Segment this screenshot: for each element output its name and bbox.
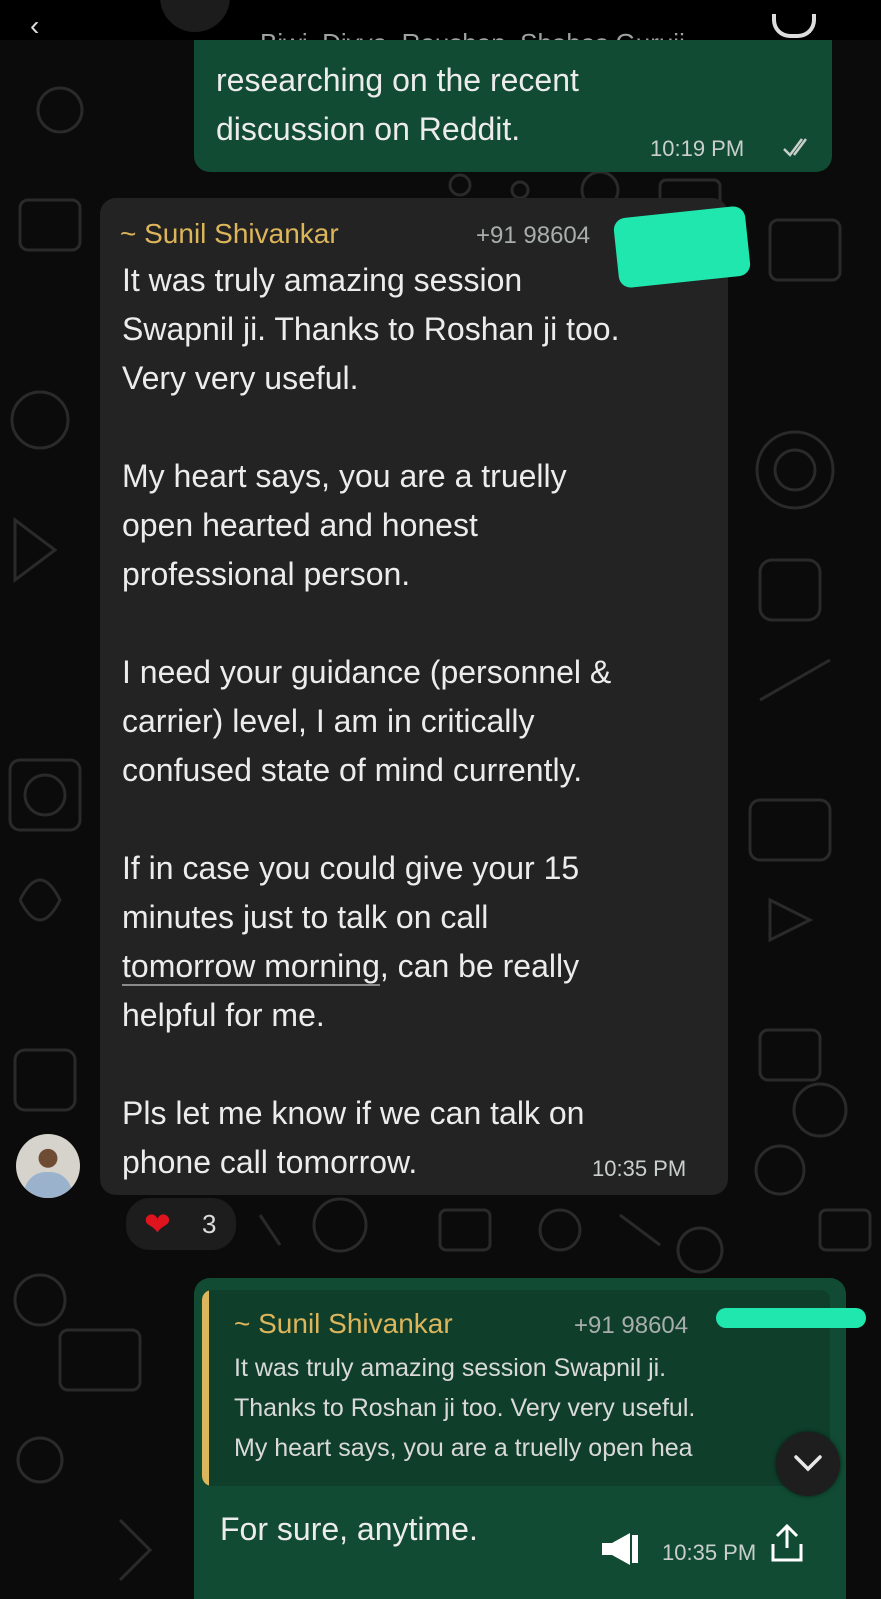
group-participants[interactable]: Biwi, Divya, Roushan, Shabas Guruji,... xyxy=(260,28,714,40)
scroll-to-bottom-button[interactable] xyxy=(776,1432,840,1496)
quoted-sender-phone: +91 98604 xyxy=(574,1312,689,1339)
message-text-part1: It was truly amazing session Swapnil ji.… xyxy=(122,262,620,935)
avatar-figure xyxy=(24,1172,72,1198)
chat-header: ‹ Biwi, Divya, Roushan, Shabas Guruji,..… xyxy=(0,0,881,40)
reaction-count: 3 xyxy=(202,1209,217,1239)
quote-accent-bar xyxy=(202,1290,209,1486)
quoted-text: It was truly amazing session Swapnil ji.… xyxy=(234,1354,696,1462)
reaction-badge[interactable]: ❤ 3 xyxy=(124,1196,238,1252)
message-time: 10:19 PM xyxy=(650,136,745,161)
message-text: It was truly amazing session Swapnil ji.… xyxy=(122,256,722,1187)
redaction-mark xyxy=(612,205,752,289)
reply-time: 10:35 PM xyxy=(662,1540,757,1565)
outgoing-message-bubble[interactable]: researching on the recent discussion on … xyxy=(194,40,832,172)
read-ticks-icon xyxy=(783,138,807,157)
redaction-mark xyxy=(716,1308,866,1328)
reply-text: For sure, anytime. xyxy=(220,1511,478,1547)
sender-avatar[interactable] xyxy=(16,1134,80,1198)
megaphone-icon xyxy=(602,1533,638,1565)
message-text: researching on the recent discussion on … xyxy=(216,62,579,147)
share-icon[interactable] xyxy=(765,1522,809,1566)
back-arrow-icon[interactable]: ‹ xyxy=(30,10,39,40)
message-link-text[interactable]: tomorrow morning xyxy=(122,948,380,986)
call-icon[interactable] xyxy=(772,14,816,38)
chevron-down-icon xyxy=(794,1455,822,1472)
message-time: 10:35 PM xyxy=(592,1156,687,1181)
group-avatar[interactable] xyxy=(160,0,230,32)
heart-icon: ❤ xyxy=(144,1206,171,1242)
sender-name[interactable]: ~ Sunil Shivankar xyxy=(120,218,339,250)
quoted-sender-name: ~ Sunil Shivankar xyxy=(234,1308,453,1339)
sender-phone[interactable]: +91 98604 xyxy=(476,222,590,250)
incoming-message-bubble[interactable]: ~ Sunil Shivankar +91 98604 It was truly… xyxy=(100,198,728,1195)
